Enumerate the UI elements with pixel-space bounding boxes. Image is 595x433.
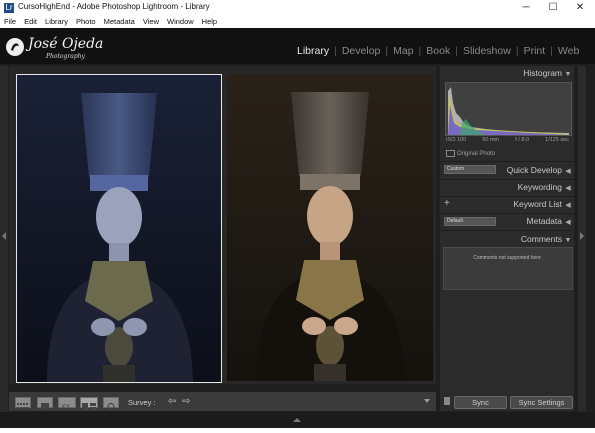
menu-help[interactable]: Help — [198, 16, 221, 28]
module-develop[interactable]: Develop — [337, 45, 386, 57]
metadata-title: Metadata — [526, 216, 562, 226]
identity-subtitle: Photography — [46, 53, 85, 60]
loupe-view-icon[interactable] — [37, 397, 53, 409]
collapse-icon: ▼ — [564, 237, 572, 244]
survey-view-icon[interactable] — [80, 397, 98, 410]
module-picker: Library | Develop | Map | Book | Slideshow | … — [292, 45, 584, 57]
app-icon: Lr — [4, 3, 14, 13]
module-map[interactable]: Map — [388, 45, 418, 57]
histogram — [445, 82, 572, 136]
keyword-list-title: Keyword List — [513, 199, 562, 209]
histogram-title: Histogram — [523, 68, 562, 78]
checkbox-icon — [446, 150, 455, 157]
comments-header[interactable]: Comments ▼ — [440, 234, 574, 244]
comments-title: Comments — [520, 234, 562, 244]
original-photo-toggle[interactable]: Original Photo — [446, 150, 495, 157]
people-view-icon[interactable] — [103, 397, 119, 411]
panel-divider — [440, 213, 574, 214]
sync-button[interactable]: Sync — [454, 396, 507, 409]
panel-divider — [440, 179, 574, 180]
focal-length-value: 50 mm — [482, 137, 500, 143]
keywording-header[interactable]: Keywording ◀ — [440, 182, 574, 192]
sync-settings-button[interactable]: Sync Settings — [510, 396, 573, 409]
previous-photo-icon[interactable]: ⇦ — [168, 396, 176, 407]
survey-label: Survey : — [128, 398, 156, 407]
shutter-value: 1/125 sec — [545, 137, 569, 143]
comments-message: Comments not supported here — [473, 255, 541, 261]
metadata-header[interactable]: Metadata ◀ — [440, 216, 574, 226]
logo-emblem-icon — [6, 38, 24, 56]
filmstrip-collapsed[interactable] — [0, 412, 595, 428]
quick-develop-title: Quick Develop — [506, 165, 562, 175]
iso-value: ISO 100 — [446, 137, 467, 143]
right-panel-toggle[interactable] — [578, 66, 586, 412]
panel-divider — [440, 161, 574, 162]
panel-divider — [440, 230, 574, 231]
grid-view-icon[interactable] — [15, 397, 31, 409]
comments-box — [443, 247, 573, 290]
expand-icon: ◀ — [565, 185, 571, 192]
original-photo-label: Original Photo — [457, 151, 496, 158]
collapse-icon: ▼ — [564, 71, 572, 78]
menu-photo[interactable]: Photo — [72, 16, 100, 28]
survey-photo-selected[interactable] — [16, 74, 222, 383]
histogram-exif: ISO 100 50 mm f / 8.0 1/125 sec — [446, 137, 569, 143]
survey-photo[interactable] — [227, 74, 433, 381]
panel-divider — [440, 196, 574, 197]
next-photo-icon[interactable]: ⇨ — [182, 396, 190, 407]
menu-bar: File Edit Library Photo Metadata View Wi… — [0, 16, 595, 28]
identity-name: José Ojeda — [28, 36, 104, 52]
auto-sync-toggle-icon[interactable] — [444, 397, 450, 405]
aperture-value: f / 8.0 — [515, 137, 530, 143]
menu-window[interactable]: Window — [163, 16, 198, 28]
window-title: CursoHighEnd - Adobe Photoshop Lightroom… — [18, 2, 210, 11]
expand-icon: ◀ — [565, 168, 571, 175]
expand-icon: ◀ — [565, 219, 571, 226]
minimize-button[interactable]: ─ — [513, 0, 539, 16]
menu-metadata[interactable]: Metadata — [100, 16, 139, 28]
module-web[interactable]: Web — [553, 45, 584, 57]
menu-file[interactable]: File — [0, 16, 20, 28]
menu-view[interactable]: View — [139, 16, 163, 28]
left-panel-collapsed[interactable] — [0, 66, 8, 412]
menu-edit[interactable]: Edit — [20, 16, 41, 28]
module-print[interactable]: Print — [519, 45, 551, 57]
quick-develop-header[interactable]: Quick Develop ◀ — [440, 165, 574, 175]
module-slideshow[interactable]: Slideshow — [458, 45, 516, 57]
module-library[interactable]: Library — [292, 45, 334, 57]
module-book[interactable]: Book — [421, 45, 455, 57]
menu-library[interactable]: Library — [41, 16, 72, 28]
toolbar-menu-icon[interactable] — [424, 399, 430, 403]
keyword-list-header[interactable]: Keyword List ◀ — [440, 199, 574, 209]
maximize-button[interactable]: ☐ — [540, 0, 566, 16]
keywording-title: Keywording — [517, 182, 562, 192]
close-button[interactable]: ✕ — [567, 0, 593, 16]
expand-icon: ◀ — [565, 202, 571, 209]
svg-text:XY: XY — [61, 403, 71, 411]
compare-view-icon[interactable]: XY — [58, 397, 76, 411]
histogram-header[interactable]: Histogram ▼ — [440, 68, 574, 78]
